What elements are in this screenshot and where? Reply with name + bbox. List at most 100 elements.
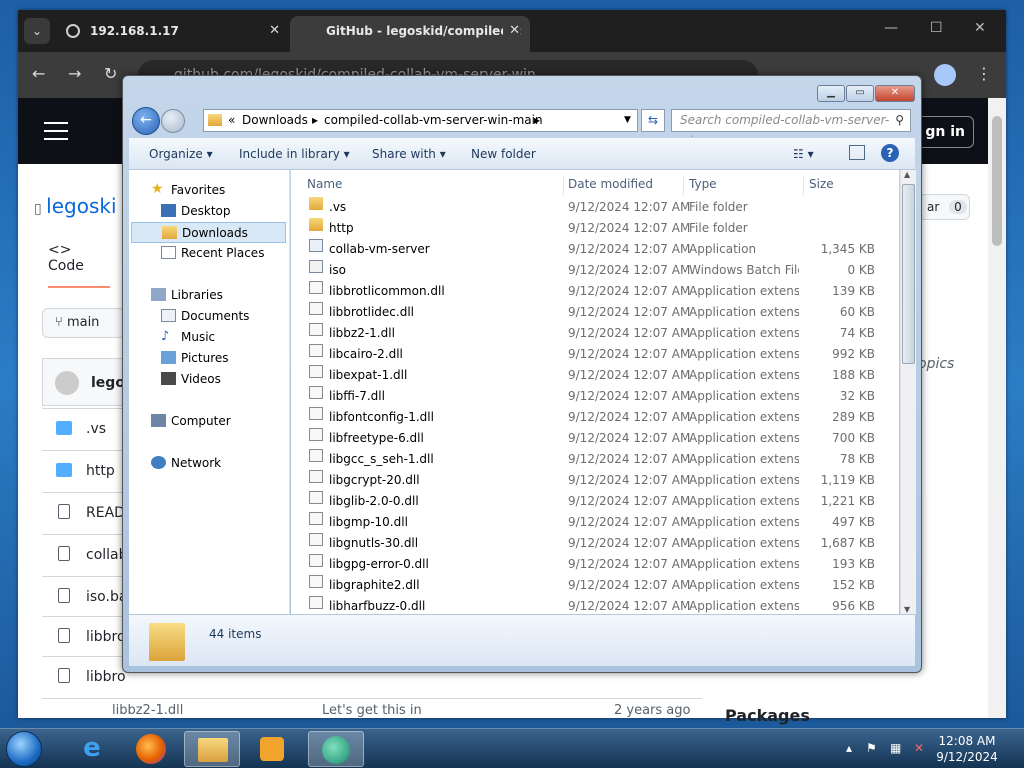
scroll-thumb[interactable] [902, 184, 915, 364]
chevron-right-icon[interactable]: ▸ [312, 110, 318, 131]
file-row[interactable]: libfontconfig-1.dll 9/12/2024 12:07 AM App… [291, 407, 899, 428]
tab-close-icon[interactable]: ✕ [503, 16, 520, 46]
col-date[interactable]: Date modified [568, 177, 653, 191]
back-button[interactable]: ← [132, 107, 160, 135]
app-taskbar-icon[interactable] [308, 731, 364, 767]
windows-explorer-icon[interactable] [184, 731, 240, 767]
nav-pictures[interactable]: Pictures [161, 348, 229, 369]
minimize-icon[interactable]: — [884, 20, 898, 36]
file-row[interactable]: libgraphite2.dll 9/12/2024 12:07 AM Applic… [291, 575, 899, 596]
volume-muted-icon[interactable]: ✕ [914, 741, 924, 755]
reload-icon[interactable]: ↻ [104, 64, 117, 83]
file-name[interactable]: http [86, 463, 115, 479]
file-row[interactable]: libbz2-1.dll Let's get this in 2 years a… [42, 698, 702, 718]
chevron-right-icon[interactable]: ▸ [534, 110, 540, 131]
file-row[interactable]: libgmp-10.dll 9/12/2024 12:07 AM Applicati… [291, 512, 899, 533]
nav-desktop[interactable]: Desktop [161, 201, 231, 222]
nav-recent-places[interactable]: Recent Places [161, 243, 264, 264]
breadcrumb-downloads[interactable]: Downloads [242, 110, 308, 131]
file-list-scrollbar[interactable]: ▲ ▼ [900, 170, 916, 614]
nav-music[interactable]: ♪ Music [161, 327, 215, 348]
forward-arrow-icon[interactable]: → [68, 64, 81, 83]
tab-192-168-1-17[interactable]: 192.168.1.17 ✕ [58, 16, 290, 52]
file-row[interactable]: libharfbuzz-0.dll 9/12/2024 12:07 AM Appli… [291, 596, 899, 614]
star-button[interactable]: ar 0 [918, 194, 970, 220]
search-input[interactable]: Search compiled-collab-vm-server-wi... ⚲ [671, 109, 911, 148]
file-row[interactable]: libexpat-1.dll 9/12/2024 12:07 AM Applicat… [291, 365, 899, 386]
tab-github[interactable]: GitHub - legoskid/compiled-c ✕ [290, 16, 530, 52]
file-row[interactable]: libcairo-2.dll 9/12/2024 12:07 AM Applicat… [291, 344, 899, 365]
branch-selector[interactable]: ⑂ main [42, 308, 126, 338]
nav-computer[interactable]: Computer [151, 411, 231, 432]
tab-search-button[interactable]: ⌄ [24, 18, 50, 44]
file-row[interactable]: libffi-7.dll 9/12/2024 12:07 AM Applicatio… [291, 386, 899, 407]
view-options-icon[interactable]: ☷ ▾ [793, 147, 814, 161]
close-icon[interactable]: ✕ [974, 20, 986, 36]
file-name[interactable]: .vs [86, 421, 106, 437]
commit-message[interactable]: Let's get this in [322, 703, 422, 718]
nav-network[interactable]: Network [151, 453, 221, 474]
start-button[interactable] [6, 731, 42, 767]
nav-favorites[interactable]: ★ Favorites [151, 180, 225, 201]
col-size[interactable]: Size [809, 177, 834, 191]
organize-menu[interactable]: Organize ▾ [149, 147, 213, 161]
nav-libraries[interactable]: Libraries [151, 285, 223, 306]
media-player-icon[interactable] [244, 731, 300, 767]
file-row[interactable]: libfreetype-6.dll 9/12/2024 12:07 AM Appli… [291, 428, 899, 449]
nav-videos[interactable]: Videos [161, 369, 221, 390]
repo-owner[interactable]: legoski [46, 194, 116, 218]
file-row[interactable]: libbz2-1.dll 9/12/2024 12:07 AM Applicatio… [291, 323, 899, 344]
forward-button[interactable] [161, 109, 185, 133]
file-name[interactable]: libbro [86, 669, 126, 685]
file-name[interactable]: libbz2-1.dll [112, 703, 183, 718]
tab-code[interactable]: <> Code [48, 242, 110, 288]
file-row[interactable]: libgnutls-30.dll 9/12/2024 12:07 AM Applic… [291, 533, 899, 554]
tab-close-icon[interactable]: ✕ [269, 16, 280, 46]
file-row[interactable]: libgcc_s_seh-1.dll 9/12/2024 12:07 AM Appl… [291, 449, 899, 470]
scroll-thumb[interactable] [992, 116, 1002, 246]
help-icon[interactable]: ? [881, 144, 899, 162]
file-row[interactable]: libgcrypt-20.dll 9/12/2024 12:07 AM Applic… [291, 470, 899, 491]
file-row[interactable]: .vs 9/12/2024 12:07 AM File folder [291, 197, 899, 218]
scroll-up-icon[interactable]: ▲ [904, 170, 910, 179]
col-type[interactable]: Type [689, 177, 717, 191]
preview-pane-icon[interactable] [849, 145, 865, 160]
share-with-menu[interactable]: Share with ▾ [372, 147, 446, 161]
browser-scrollbar[interactable] [988, 98, 1006, 718]
include-in-library-menu[interactable]: Include in library ▾ [239, 147, 350, 161]
col-name[interactable]: Name [307, 177, 342, 191]
maximize-button[interactable]: ▭ [846, 85, 874, 102]
firefox-icon[interactable] [124, 731, 180, 767]
repo-title[interactable]: ▯ legoski [34, 194, 117, 218]
minimize-button[interactable]: ▁ [817, 85, 845, 102]
maximize-icon[interactable]: ☐ [930, 20, 943, 36]
new-folder-button[interactable]: New folder [471, 147, 536, 161]
menu-dots-icon[interactable]: ⋮ [976, 64, 992, 83]
address-bar[interactable]: « Downloads ▸ compiled-collab-vm-server-… [203, 109, 638, 132]
breadcrumb-folder[interactable]: compiled-collab-vm-server-win-main [324, 110, 543, 131]
close-button[interactable]: ✕ [875, 85, 915, 102]
file-row[interactable]: libbrotlicommon.dll 9/12/2024 12:07 AM App… [291, 281, 899, 302]
nav-downloads[interactable]: Downloads [131, 222, 286, 243]
breadcrumb-overflow[interactable]: « [228, 110, 235, 131]
show-hidden-icons[interactable]: ▴ [846, 741, 852, 755]
hamburger-menu-icon[interactable] [44, 122, 68, 140]
internet-explorer-icon[interactable]: e [64, 731, 120, 767]
file-name[interactable]: libbro [86, 629, 126, 645]
file-row[interactable]: iso 9/12/2024 12:07 AM Windows Batch File 0… [291, 260, 899, 281]
refresh-icon[interactable]: ⇆ [641, 109, 665, 132]
file-row[interactable]: libbrotlidec.dll 9/12/2024 12:07 AM Applic… [291, 302, 899, 323]
file-row[interactable]: libgpg-error-0.dll 9/12/2024 12:07 AM Appl… [291, 554, 899, 575]
network-tray-icon[interactable]: ▦ [890, 741, 901, 755]
file-row[interactable]: libglib-2.0-0.dll 9/12/2024 12:07 AM Appli… [291, 491, 899, 512]
dropdown-arrow-icon[interactable]: ▼ [624, 110, 631, 131]
scroll-down-icon[interactable]: ▼ [904, 605, 910, 614]
nav-documents[interactable]: Documents [161, 306, 249, 327]
clock[interactable]: 12:08 AM 9/12/2024 [936, 733, 998, 765]
sign-in-button[interactable]: gn in [914, 116, 974, 148]
file-row[interactable]: http 9/12/2024 12:07 AM File folder [291, 218, 899, 239]
flag-icon[interactable]: ⚑ [866, 741, 877, 755]
file-row[interactable]: collab-vm-server 9/12/2024 12:07 AM Applic… [291, 239, 899, 260]
profile-avatar-icon[interactable] [934, 64, 956, 86]
back-arrow-icon[interactable]: ← [32, 64, 45, 83]
